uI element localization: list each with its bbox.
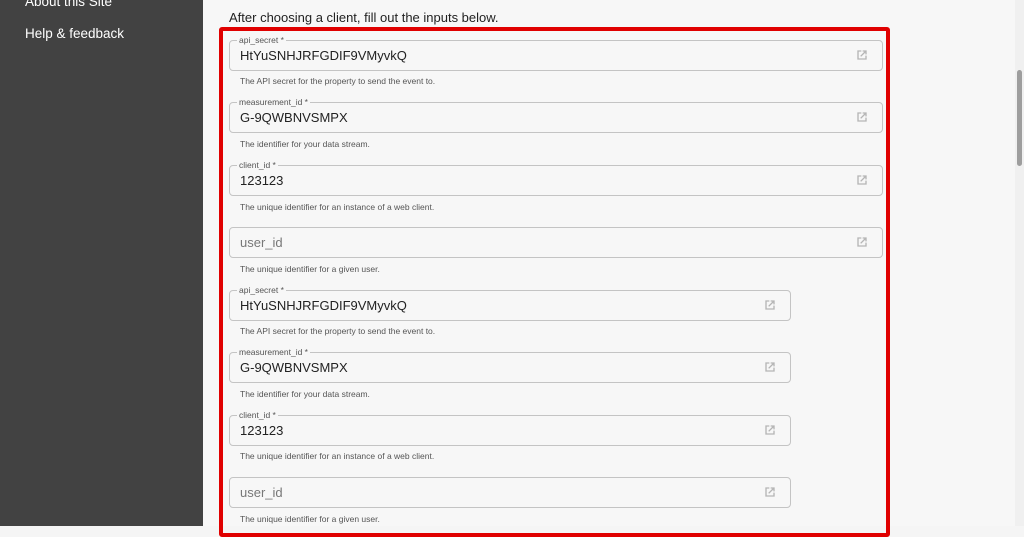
scrollbar-thumb[interactable] — [1017, 70, 1022, 166]
sidebar-item-about[interactable]: About this Site — [25, 0, 112, 9]
sidebar: About this Site Help & feedback — [0, 0, 203, 526]
sidebar-item-help-feedback[interactable]: Help & feedback — [25, 26, 124, 41]
highlight-box — [219, 27, 890, 537]
vertical-scrollbar[interactable] — [1015, 0, 1024, 526]
instructions-text: After choosing a client, fill out the in… — [229, 10, 499, 25]
